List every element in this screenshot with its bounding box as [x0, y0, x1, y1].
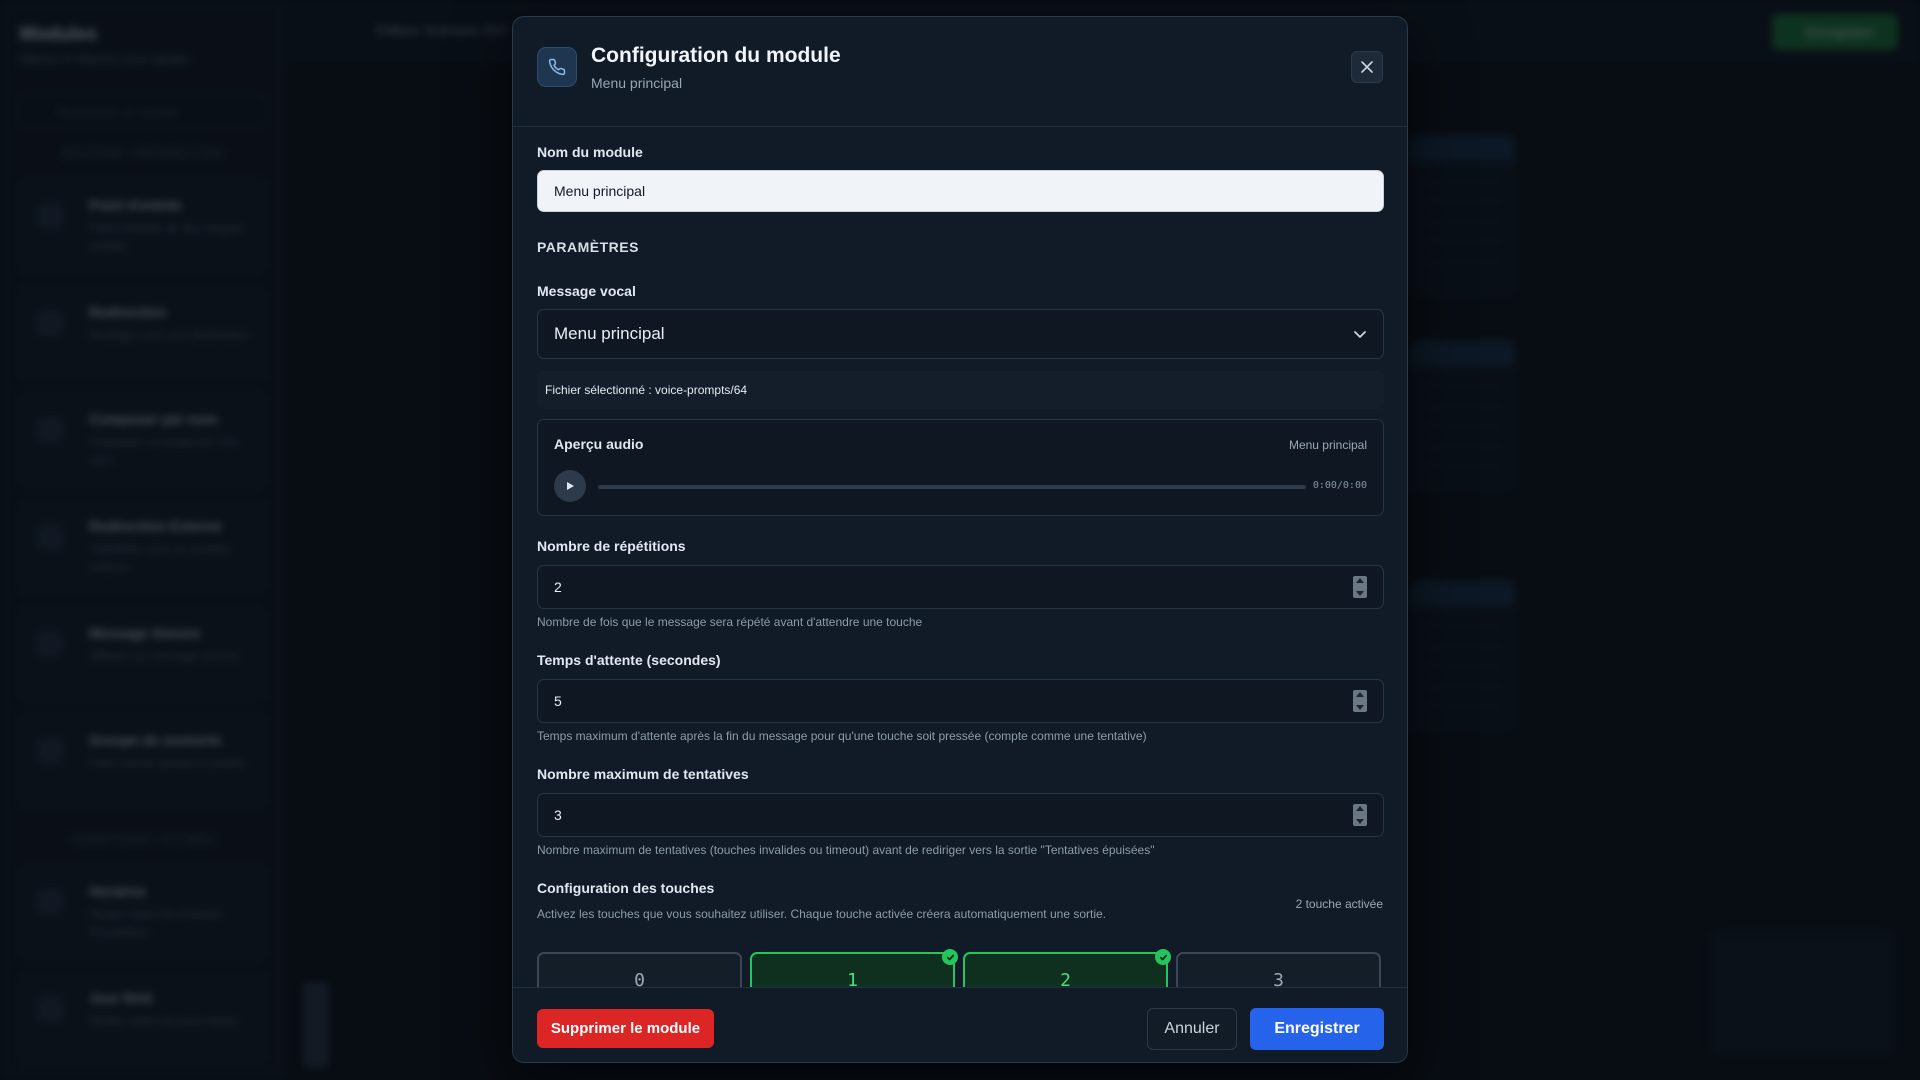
modal-header: Configuration du module Menu principal	[513, 17, 1407, 127]
module-name-label: Nom du module	[537, 144, 643, 160]
audio-time: 0:00/0:00	[1312, 480, 1367, 491]
voice-message-select[interactable]: Menu principal	[537, 309, 1384, 359]
phone-icon	[537, 47, 577, 87]
delete-module-button[interactable]: Supprimer le module	[537, 1009, 714, 1048]
stepper-down-icon[interactable]	[1356, 705, 1364, 710]
chevron-down-icon	[1354, 331, 1366, 338]
timeout-value: 5	[554, 693, 562, 709]
stepper-up-icon[interactable]	[1356, 692, 1364, 697]
max-attempts-stepper[interactable]	[1353, 804, 1367, 826]
max-attempts-label: Nombre maximum de tentatives	[537, 766, 749, 782]
play-icon	[567, 482, 574, 490]
save-button[interactable]: Enregistrer	[1250, 1008, 1384, 1050]
check-icon	[942, 949, 958, 965]
timeout-help: Temps maximum d'attente après la fin du …	[537, 729, 1147, 743]
selected-file-info: Fichier sélectionné : voice-prompts/64	[537, 371, 1384, 409]
repetitions-stepper[interactable]	[1353, 576, 1367, 598]
repetitions-help: Nombre de fois que le message sera répét…	[537, 615, 923, 629]
stepper-down-icon[interactable]	[1356, 591, 1364, 596]
timeout-label: Temps d'attente (secondes)	[537, 652, 721, 668]
voice-message-value: Menu principal	[554, 324, 665, 343]
keys-active-count: 2 touche activée	[1295, 897, 1383, 911]
params-section-title: PARAMÈTRES	[537, 239, 639, 255]
modal-subtitle: Menu principal	[591, 75, 683, 91]
close-icon	[1361, 61, 1373, 73]
modal-title: Configuration du module	[591, 44, 841, 67]
audio-preview-name: Menu principal	[1288, 438, 1367, 452]
max-attempts-value: 3	[554, 807, 562, 823]
cancel-button[interactable]: Annuler	[1147, 1008, 1237, 1050]
audio-preview-title: Aperçu audio	[554, 436, 644, 452]
module-config-modal: Configuration du module Menu principal N…	[512, 16, 1408, 1063]
audio-preview: Aperçu audio Menu principal 0:00/0:00	[537, 419, 1384, 516]
keys-config-help: Activez les touches que vous souhaitez u…	[537, 907, 1106, 921]
stepper-up-icon[interactable]	[1356, 578, 1364, 583]
timeout-stepper[interactable]	[1353, 690, 1367, 712]
repetitions-value: 2	[554, 579, 562, 595]
close-button[interactable]	[1351, 51, 1383, 83]
stepper-down-icon[interactable]	[1356, 819, 1364, 824]
max-attempts-input[interactable]: 3	[537, 793, 1384, 837]
keys-config-label: Configuration des touches	[537, 880, 715, 896]
module-name-input[interactable]	[537, 170, 1384, 212]
modal-footer: Supprimer le module Annuler Enregistrer	[513, 987, 1407, 1062]
stepper-up-icon[interactable]	[1356, 806, 1364, 811]
audio-progress-bar[interactable]	[598, 485, 1306, 489]
repetitions-input[interactable]: 2	[537, 565, 1384, 609]
check-icon	[1155, 949, 1171, 965]
max-attempts-help: Nombre maximum de tentatives (touches in…	[537, 843, 1155, 857]
repetitions-label: Nombre de répétitions	[537, 538, 686, 554]
play-button[interactable]	[554, 470, 586, 502]
voice-message-label: Message vocal	[537, 283, 636, 299]
timeout-input[interactable]: 5	[537, 679, 1384, 723]
